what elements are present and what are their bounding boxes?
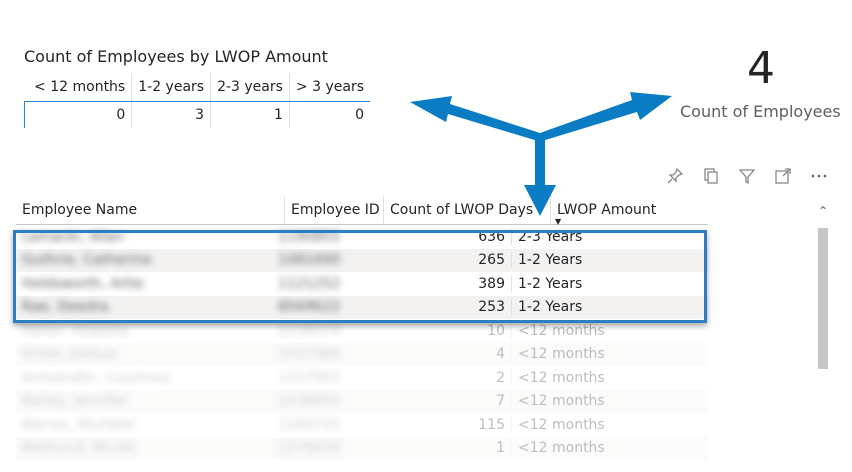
matrix-title: Count of Employees by LWOP Amount xyxy=(24,47,328,66)
scrollbar-thumb[interactable] xyxy=(818,228,828,369)
sort-descending-icon[interactable]: ▼ xyxy=(555,217,561,226)
visual-header-toolbar xyxy=(664,164,830,188)
employee-id-cell: 1081690 xyxy=(278,252,341,269)
column-header-count-lwop-days[interactable]: Count of LWOP Days xyxy=(384,196,551,224)
matrix-header-1-2: 1-2 years xyxy=(131,73,212,102)
employee-name-cell: Guthrie, Catherine xyxy=(22,252,152,269)
employee-id-cell: 1227563 xyxy=(278,369,341,386)
filter-icon[interactable] xyxy=(736,165,758,187)
table-header: Employee Name Employee ID Count of LWOP … xyxy=(16,196,708,226)
lwop-days-cell: 2 xyxy=(358,369,512,386)
kpi-value: 4 xyxy=(747,43,775,94)
table-row[interactable]: Lamacki, Allan 1190855 636 2-3 Years xyxy=(16,225,708,249)
matrix-header-lt12: < 12 months xyxy=(28,73,133,102)
employee-id-cell: 1160733 xyxy=(278,416,341,433)
lwop-days-cell: 115 xyxy=(358,416,512,433)
column-header-lwop-amount[interactable]: LWOP Amount ▼ xyxy=(551,196,683,226)
lwop-amount-cell: <12 months xyxy=(518,440,605,457)
employee-name-cell: Holdsworth, Artie xyxy=(22,275,144,292)
lwop-matrix: < 12 months 1-2 years 2-3 years > 3 year… xyxy=(24,73,370,128)
column-header-lwop-amount-label: LWOP Amount xyxy=(557,202,657,218)
focus-mode-icon[interactable] xyxy=(772,165,794,187)
employee-table: Employee Name Employee ID Count of LWOP … xyxy=(16,196,708,460)
employee-name-cell: Abner, Rowena xyxy=(22,322,128,339)
lwop-amount-cell: <12 months xyxy=(518,322,605,339)
matrix-value-lt12: 0 xyxy=(28,101,133,128)
kpi-label: Count of Employees xyxy=(680,102,841,121)
lwop-amount-cell: 1-2 Years xyxy=(518,275,583,292)
column-header-employee-name[interactable]: Employee Name xyxy=(16,196,285,224)
lwop-amount-cell: 1-2 Years xyxy=(518,252,583,269)
arrow-right-icon xyxy=(540,92,672,141)
lwop-days-cell: 265 xyxy=(358,252,512,269)
employee-name-cell: Barron, Michelle xyxy=(22,416,136,433)
employee-name-cell: Armstrafer, Courtney xyxy=(22,369,171,386)
lwop-amount-cell: <12 months xyxy=(518,416,605,433)
employee-name-cell: Bailey, Jennifer xyxy=(22,393,128,410)
copy-icon[interactable] xyxy=(700,165,722,187)
lwop-amount-cell: 1-2 Years xyxy=(518,299,583,316)
employee-id-cell: 1278434 xyxy=(278,440,341,457)
table-row[interactable]: Barron, Michelle 1160733 115 <12 months xyxy=(16,413,708,437)
arrow-left-icon xyxy=(410,96,540,141)
matrix-value-2-3: 1 xyxy=(210,101,290,128)
table-row[interactable]: Abner, Rowena 1238079 10 <12 months xyxy=(16,319,708,343)
pin-icon[interactable] xyxy=(664,165,686,187)
employee-id-cell: 1190855 xyxy=(278,228,341,245)
employee-id-cell: 1238079 xyxy=(278,322,341,339)
table-row[interactable]: Armstrafer, Courtney 1227563 2 <12 months xyxy=(16,366,708,390)
table-row[interactable]: Amiel, Joshua 1037389 4 <12 months xyxy=(16,342,708,366)
lwop-amount-cell: <12 months xyxy=(518,393,605,410)
employee-name-cell: Bellhund, Nicole xyxy=(22,440,136,457)
employee-name-cell: Rae, Deedra xyxy=(22,299,109,316)
lwop-amount-cell: 2-3 Years xyxy=(518,228,583,245)
lwop-days-cell: 389 xyxy=(358,275,512,292)
employee-name-cell: Lamacki, Allan xyxy=(22,228,124,245)
table-row[interactable]: Guthrie, Catherine 1081690 265 1-2 Years xyxy=(16,248,708,272)
table-row[interactable]: Rae, Deedra 8569622 253 1-2 Years xyxy=(16,295,708,319)
matrix-value-gt3: 0 xyxy=(355,107,364,123)
lwop-days-cell: 636 xyxy=(358,228,512,245)
lwop-days-cell: 253 xyxy=(358,299,512,316)
lwop-days-cell: 10 xyxy=(358,322,512,339)
matrix-header-2-3: 2-3 years xyxy=(210,73,290,102)
matrix-value-1-2: 3 xyxy=(131,101,212,128)
matrix-header-gt3: > 3 years xyxy=(289,73,370,102)
employee-id-cell: 1121252 xyxy=(278,275,341,292)
lwop-amount-cell: <12 months xyxy=(518,346,605,363)
lwop-days-cell: 1 xyxy=(358,440,512,457)
employee-name-cell: Amiel, Joshua xyxy=(22,346,117,363)
arrow-down-shaft xyxy=(535,133,545,185)
scroll-up-icon[interactable]: ⌃ xyxy=(818,204,828,218)
employee-id-cell: 1037389 xyxy=(278,346,341,363)
table-row[interactable]: Holdsworth, Artie 1121252 389 1-2 Years xyxy=(16,272,708,296)
lwop-days-cell: 7 xyxy=(358,393,512,410)
lwop-days-cell: 4 xyxy=(358,346,512,363)
table-row[interactable]: Bailey, Jennifer 1038950 7 <12 months xyxy=(16,389,708,413)
lwop-amount-cell: <12 months xyxy=(518,369,605,386)
more-options-icon[interactable] xyxy=(808,165,830,187)
table-row[interactable]: Bellhund, Nicole 1278434 1 <12 months xyxy=(16,436,708,460)
employee-id-cell: 1038950 xyxy=(278,393,341,410)
column-header-employee-id[interactable]: Employee ID xyxy=(285,196,384,224)
table-body: Lamacki, Allan 1190855 636 2-3 Years Guthrie… xyxy=(16,225,708,460)
employee-id-cell: 8569622 xyxy=(278,299,341,316)
